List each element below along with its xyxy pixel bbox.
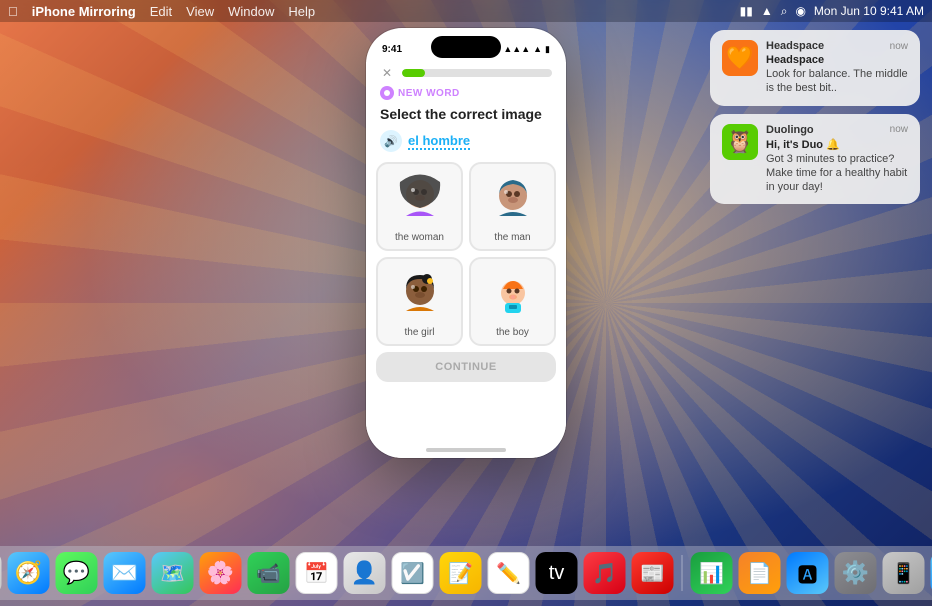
menubar-battery-icon: ▮▮ (740, 4, 753, 18)
dock-icon-facetime[interactable]: 📹 (248, 552, 290, 594)
dock-icon-launchpad[interactable]: ⊞ (0, 552, 2, 594)
home-indicator (426, 448, 506, 452)
iphone-app-content: ✕ NEW WORD Select the correct image 🔊 e (366, 62, 566, 458)
apple-logo-icon[interactable]:  (8, 4, 18, 19)
notifications-area: 🧡 Headspace now Headspace Look for balan… (710, 30, 920, 204)
notif-duolingo-appname: Duolingo (766, 124, 814, 136)
dock-icon-reminders[interactable]: ☑️ (392, 552, 434, 594)
dock-icon-notes[interactable]: 📝 (440, 552, 482, 594)
notif-duolingo-body: Got 3 minutes to practice? Make time for… (766, 152, 908, 195)
boy-label: the boy (496, 327, 529, 338)
notif-headspace-body: Look for balance. The middle is the best… (766, 67, 908, 96)
dock-icon-appletv[interactable]: tv (536, 552, 578, 594)
new-word-label: NEW WORD (398, 88, 460, 99)
dock-icon-iphone-mirroring[interactable]: 📱 (883, 552, 925, 594)
notif-headspace-icon: 🧡 (722, 40, 758, 76)
dock-icon-numbers[interactable]: 📊 (691, 552, 733, 594)
woman-label: the woman (395, 232, 444, 243)
dock-icon-contacts[interactable]: 👤 (344, 552, 386, 594)
option-woman[interactable]: the woman (376, 162, 463, 251)
dock-icon-safari[interactable]: 🧭 (8, 552, 50, 594)
audio-button[interactable]: 🔊 (380, 130, 402, 152)
menubar-right: ▮▮ ▲ ⌕ ◉ Mon Jun 10 9:41 AM (740, 4, 924, 19)
new-word-badge: NEW WORD (366, 84, 566, 106)
notification-headspace[interactable]: 🧡 Headspace now Headspace Look for balan… (710, 30, 920, 106)
dock-icon-pages[interactable]: 📄 (739, 552, 781, 594)
statusbar-icons: ▲▲▲ ▲ ▮ (503, 44, 550, 55)
dock: ⊞ 🧭 💬 ✉️ 🗺️ 🌸 📹 📅 👤 ☑️ 📝 ✏️ tv (0, 546, 932, 600)
speaker-icon: 🔊 (384, 135, 398, 148)
statusbar-time: 9:41 (382, 44, 402, 55)
dock-icon-maps[interactable]: 🗺️ (152, 552, 194, 594)
man-label: the man (494, 232, 530, 243)
menubar-view[interactable]: View (186, 4, 214, 19)
dock-icon-settings[interactable]: ⚙️ (835, 552, 877, 594)
progress-area: ✕ (366, 62, 566, 84)
notif-duolingo-title: Hi, it's Duo 🔔 (766, 138, 908, 151)
dock-icon-news[interactable]: 📰 (632, 552, 674, 594)
word-display: el hombre (408, 133, 470, 150)
wifi-status-icon: ▲ (533, 44, 542, 54)
menubar-help[interactable]: Help (288, 4, 315, 19)
notif-headspace-appname: Headspace (766, 40, 824, 52)
dock-separator (682, 555, 683, 591)
dock-icon-mail[interactable]: ✉️ (104, 552, 146, 594)
notif-duolingo-icon: 🦉 (722, 124, 758, 160)
option-boy[interactable]: the boy (469, 257, 556, 346)
iphone-container: 9:41 ▲▲▲ ▲ ▮ ✕ NEW WORD (366, 28, 566, 458)
new-word-icon-inner (384, 90, 390, 96)
notif-duolingo-time: now (890, 124, 908, 135)
menubar-datetime: Mon Jun 10 9:41 AM (814, 4, 924, 18)
battery-status-icon: ▮ (545, 44, 550, 55)
dock-icon-appstore[interactable]: 🅰 (787, 552, 829, 594)
menubar-app-name: iPhone Mirroring (32, 4, 136, 19)
continue-label: CONTINUE (435, 361, 496, 373)
question-text: Select the correct image (366, 106, 566, 130)
notif-headspace-content: Headspace now Headspace Look for balance… (766, 40, 908, 96)
woman-character-img (392, 172, 448, 228)
menubar-wifi-icon: ▲ (761, 4, 773, 18)
menubar:  iPhone Mirroring Edit View Window Help… (0, 0, 932, 22)
dynamic-island (431, 36, 501, 58)
girl-character-img (392, 267, 448, 323)
menubar-window[interactable]: Window (228, 4, 274, 19)
new-word-icon (380, 86, 394, 100)
menubar-left:  iPhone Mirroring Edit View Window Help (8, 4, 315, 19)
progress-bar-background (402, 69, 552, 77)
dock-icon-freeform[interactable]: ✏️ (488, 552, 530, 594)
progress-bar-fill (402, 69, 425, 77)
option-girl[interactable]: the girl (376, 257, 463, 346)
notif-duolingo-content: Duolingo now Hi, it's Duo 🔔 Got 3 minute… (766, 124, 908, 195)
dock-icon-photos[interactable]: 🌸 (200, 552, 242, 594)
close-button[interactable]: ✕ (380, 66, 394, 80)
notification-duolingo[interactable]: 🦉 Duolingo now Hi, it's Duo 🔔 Got 3 minu… (710, 114, 920, 205)
notif-headspace-title: Headspace (766, 54, 908, 66)
menubar-search-icon[interactable]: ⌕ (781, 4, 788, 19)
menubar-edit[interactable]: Edit (150, 4, 172, 19)
menubar-siri-icon[interactable]: ◉ (795, 4, 805, 18)
dock-icon-calendar[interactable]: 📅 (296, 552, 338, 594)
iphone-frame: 9:41 ▲▲▲ ▲ ▮ ✕ NEW WORD (366, 28, 566, 458)
notif-headspace-header: Headspace now (766, 40, 908, 52)
notif-headspace-time: now (890, 41, 908, 52)
dock-icon-messages[interactable]: 💬 (56, 552, 98, 594)
girl-label: the girl (404, 327, 434, 338)
word-row: 🔊 el hombre (366, 130, 566, 162)
man-character-img (485, 172, 541, 228)
image-options-grid: the woman (366, 162, 566, 346)
notif-duolingo-header: Duolingo now (766, 124, 908, 136)
option-man[interactable]: the man (469, 162, 556, 251)
boy-character-img (485, 267, 541, 323)
dock-icon-music[interactable]: 🎵 (584, 552, 626, 594)
continue-button[interactable]: CONTINUE (376, 352, 556, 382)
signal-icon: ▲▲▲ (503, 44, 530, 54)
